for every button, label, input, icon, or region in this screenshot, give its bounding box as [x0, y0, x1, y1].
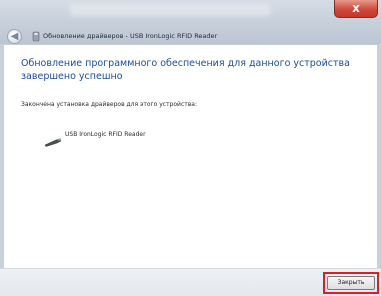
back-button[interactable]: ◀ — [7, 29, 22, 44]
success-heading: Обновление программного обеспечения для … — [21, 58, 350, 82]
title-bar-reflection — [70, 4, 270, 16]
usb-device-icon — [44, 138, 62, 147]
device-name-label: USB IronLogic RFID Reader — [65, 131, 146, 138]
window-left-border — [0, 44, 4, 295]
window-close-button[interactable]: x — [334, 0, 378, 18]
window-right-border — [377, 44, 381, 295]
install-complete-text: Закончена установка драйверов для этого … — [21, 101, 197, 108]
device-small-icon — [32, 31, 40, 42]
close-icon: x — [352, 1, 360, 15]
back-arrow-icon: ◀ — [10, 31, 19, 42]
window-title: Обновление драйверов - USB IronLogic RFI… — [43, 32, 218, 40]
driver-update-window: x ◀ Обновление драйверов - USB IronLogic… — [0, 0, 381, 296]
close-button[interactable]: Закрыть — [327, 276, 375, 290]
title-bar: x ◀ Обновление драйверов - USB IronLogic… — [0, 0, 381, 44]
